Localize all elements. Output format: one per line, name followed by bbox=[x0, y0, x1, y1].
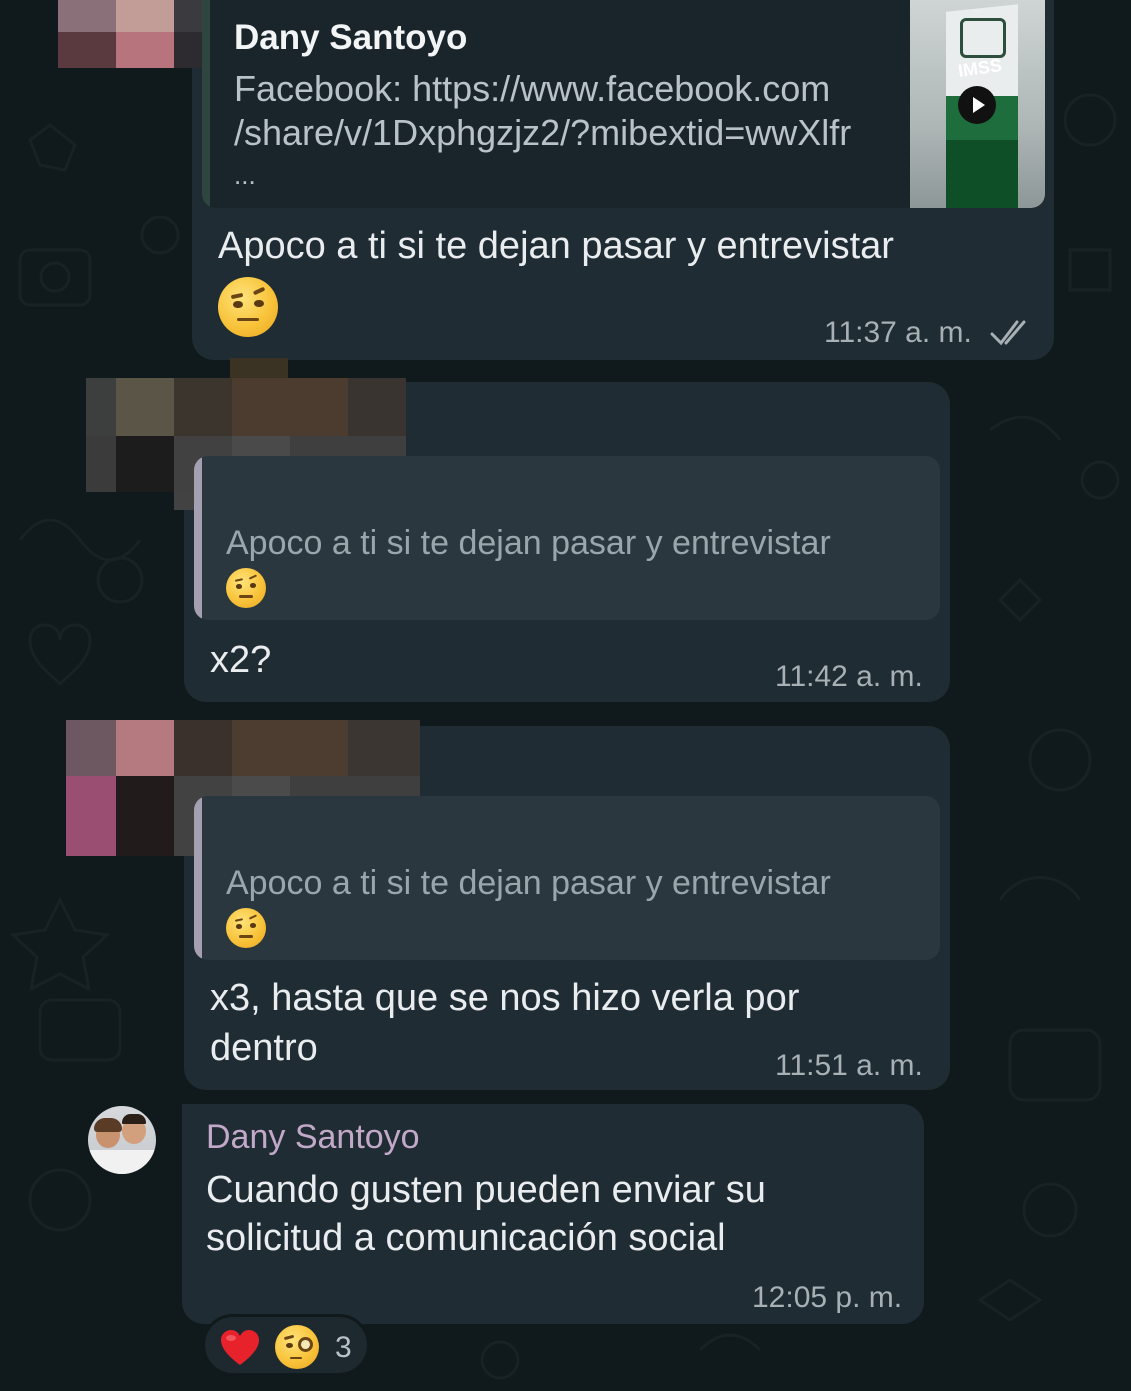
message-timestamp: 12:05 p. m. bbox=[752, 1281, 903, 1314]
message-text: Apoco a ti si te dejan pasar y entrevist… bbox=[218, 225, 894, 267]
quote-accent-bar bbox=[194, 796, 202, 960]
quoted-message[interactable]: Apoco a ti si te dejan pasar y entrevist… bbox=[194, 456, 940, 620]
link-preview-card[interactable]: Dany Santoyo Facebook: https://www.faceb… bbox=[202, 0, 1045, 208]
reaction-count: 3 bbox=[335, 1331, 352, 1364]
face-with-raised-eyebrow-icon bbox=[218, 277, 278, 337]
message-text: x2? bbox=[210, 639, 272, 681]
link-url-line-1: Facebook: https://www.facebook.com bbox=[234, 68, 831, 109]
red-heart-icon bbox=[221, 1330, 259, 1365]
quoted-message[interactable]: Apoco a ti si te dejan pasar y entrevist… bbox=[194, 796, 940, 960]
link-preview-accent-bar bbox=[202, 0, 210, 208]
link-sender-name: Dany Santoyo bbox=[234, 18, 468, 57]
message-text-line-2: dentro bbox=[210, 1027, 318, 1069]
face-with-raised-eyebrow-icon bbox=[226, 568, 266, 608]
link-url-line-2: /share/v/1Dxphgzjz2/?mibextid=wwXlfr bbox=[234, 112, 852, 153]
double-check-icon bbox=[990, 320, 1026, 346]
message-text-line-1: Cuando gusten pueden enviar su bbox=[206, 1169, 766, 1211]
link-more-ellipsis: ... bbox=[234, 160, 256, 190]
quote-accent-bar bbox=[194, 456, 202, 620]
message-text-line-2: solicitud a comunicación social bbox=[206, 1217, 726, 1259]
play-icon[interactable] bbox=[958, 86, 996, 124]
avatar[interactable] bbox=[88, 1106, 156, 1174]
reactions-pill[interactable]: 3 bbox=[202, 1314, 370, 1376]
message-timestamp: 11:51 a. m. bbox=[775, 1049, 923, 1082]
message-timestamp: 11:42 a. m. bbox=[775, 660, 923, 693]
face-with-raised-eyebrow-icon bbox=[226, 908, 266, 948]
quoted-text: Apoco a ti si te dejan pasar y entrevist… bbox=[226, 864, 831, 902]
face-with-monocle-icon bbox=[275, 1325, 319, 1369]
quoted-text: Apoco a ti si te dejan pasar y entrevist… bbox=[226, 524, 831, 562]
censored-image bbox=[58, 0, 218, 68]
imss-logo bbox=[960, 18, 1006, 58]
message-text-line-1: x3, hasta que se nos hizo verla por bbox=[210, 977, 800, 1019]
message-timestamp: 11:37 a. m. bbox=[824, 316, 972, 349]
video-thumbnail[interactable]: IMSS bbox=[910, 0, 1045, 208]
sender-name[interactable]: Dany Santoyo bbox=[206, 1118, 420, 1157]
